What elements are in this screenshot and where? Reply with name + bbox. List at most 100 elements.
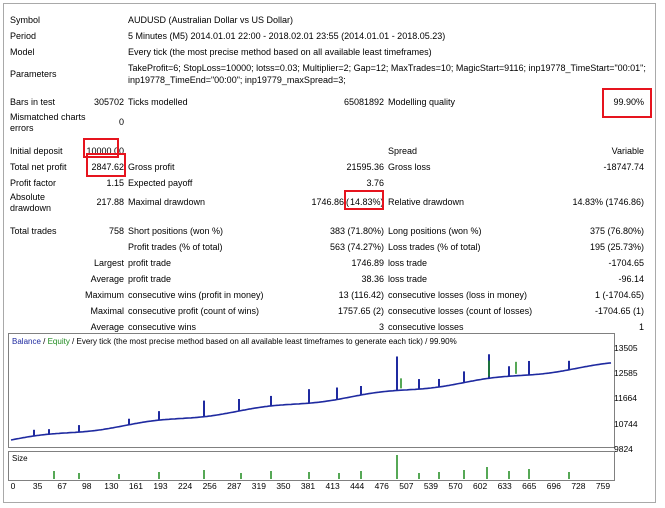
pf-label: Profit factor — [10, 178, 57, 188]
largest-profit-label: profit trade — [128, 258, 172, 268]
netprofit-highlight-box — [86, 153, 126, 177]
netprofit-label: Total net profit — [10, 162, 67, 172]
x-tick-label: 224 — [177, 481, 193, 491]
long-label: Long positions (won %) — [388, 226, 482, 236]
parameters-label: Parameters — [10, 69, 57, 79]
parameters-line1: TakeProfit=6; StopLoss=10000; lotss=0.03… — [128, 63, 646, 73]
cprofit-label: consecutive profit (count of wins) — [128, 306, 260, 316]
y-tick-13505: 13505 — [614, 343, 638, 353]
balance-chart: Balance / Equity / Every tick (the most … — [8, 333, 615, 448]
grossprofit-value: 21595.36 — [346, 162, 384, 172]
parameters-line2: inp19778_TimeEnd="00:00"; inp19779_maxSp… — [128, 75, 346, 85]
y-tick-10744: 10744 — [614, 419, 638, 429]
acloss-value: 1 — [638, 322, 644, 332]
x-tick-label: 476 — [374, 481, 389, 491]
x-tick-label: 193 — [153, 481, 168, 491]
legend-separator: / — [40, 337, 48, 346]
maxdd-value: 1746.86 — [311, 197, 344, 207]
largest-label: Largest — [93, 258, 124, 268]
absdd-value: 217.88 — [96, 197, 124, 207]
x-tick-label: 696 — [546, 481, 561, 491]
bars-label: Bars in test — [10, 97, 56, 107]
largest-loss-value: -1704.65 — [608, 258, 644, 268]
cclosses-value: -1704.65 (1) — [594, 306, 644, 316]
acwins-value: 3 — [378, 322, 384, 332]
x-tick-label: 633 — [497, 481, 512, 491]
x-tick-label: 0 — [10, 481, 16, 491]
quality-label: Modelling quality — [388, 97, 456, 107]
x-tick-label: 507 — [399, 481, 414, 491]
short-value: 383 (71.80%) — [329, 226, 384, 236]
absdd-label-2: drawdown — [10, 203, 52, 213]
quality-highlight-box — [602, 88, 652, 118]
grossprofit-label: Gross profit — [128, 162, 175, 172]
grossloss-value: -18747.74 — [603, 162, 644, 172]
symbol-value: AUDUSD (Australian Dollar vs US Dollar) — [128, 15, 294, 25]
legend-equity: Equity — [47, 337, 70, 346]
ticks-label: Ticks modelled — [128, 97, 188, 107]
x-tick-label: 728 — [571, 481, 586, 491]
cclosses-label: consecutive losses (count of losses) — [388, 306, 533, 316]
x-tick-label: 444 — [350, 481, 365, 491]
y-tick-9824: 9824 — [614, 444, 633, 454]
x-tick-label: 539 — [423, 481, 438, 491]
acloss-label: consecutive losses — [388, 322, 464, 332]
spread-label: Spread — [388, 146, 418, 156]
bars-value: 305702 — [93, 97, 124, 107]
ticks-value: 65081892 — [343, 97, 384, 107]
ptrades-label: Profit trades (% of total) — [128, 242, 223, 252]
maximal-label: Maximal — [90, 306, 124, 316]
size-bars-svg — [53, 455, 570, 479]
x-tick-label: 319 — [251, 481, 266, 491]
acwins-label: consecutive wins — [128, 322, 197, 332]
legend-balance: Balance — [12, 337, 41, 346]
largest-loss-label: loss trade — [388, 258, 428, 268]
ltrades-value: 195 (25.73%) — [589, 242, 644, 252]
grossloss-label: Gross loss — [388, 162, 431, 172]
x-tick-label: 287 — [227, 481, 242, 491]
average-profit-value: 38.36 — [361, 274, 384, 284]
average-loss-label: loss trade — [388, 274, 428, 284]
ptrades-value: 563 (74.27%) — [329, 242, 384, 252]
symbol-label: Symbol — [10, 15, 41, 25]
x-tick-label: 98 — [82, 481, 92, 491]
average-profit-label: profit trade — [128, 274, 172, 284]
trades-label: Total trades — [10, 226, 57, 236]
largest-profit-value: 1746.89 — [351, 258, 384, 268]
x-tick-label: 67 — [57, 481, 67, 491]
x-tick-label: 413 — [325, 481, 340, 491]
period-label: Period — [10, 31, 37, 41]
payoff-label: Expected payoff — [128, 178, 193, 188]
mismatch-label-2: errors — [10, 123, 34, 133]
long-value: 375 (76.80%) — [589, 226, 644, 236]
closs-value: 1 (-1704.65) — [594, 290, 644, 300]
absdd-label-1: Absolute — [10, 192, 46, 202]
maxdd-label: Maximal drawdown — [128, 197, 206, 207]
x-tick-label: 161 — [128, 481, 143, 491]
x-tick-label: 570 — [448, 481, 463, 491]
x-tick-label: 350 — [276, 481, 291, 491]
y-tick-12585: 12585 — [614, 368, 638, 378]
y-tick-11664: 11664 — [614, 393, 638, 403]
cwins-value: 13 (116.42) — [338, 290, 384, 300]
model-label: Model — [10, 47, 35, 57]
x-tick-label: 602 — [472, 481, 488, 491]
maximum-label: Maximum — [84, 290, 124, 300]
x-tick-label: 130 — [104, 481, 119, 491]
x-tick-label: 381 — [300, 481, 316, 491]
deposit-label: Initial deposit — [10, 146, 63, 156]
x-tick-label: 256 — [202, 481, 217, 491]
pf-value: 1.15 — [106, 178, 124, 188]
mismatch-value: 0 — [118, 117, 124, 127]
ltrades-label: Loss trades (% of total) — [388, 242, 481, 252]
trades-value: 758 — [108, 226, 124, 236]
legend-description: / Every tick (the most precise method ba… — [69, 337, 457, 346]
short-label: Short positions (won %) — [128, 226, 224, 236]
reldd-value: 14.83% (1746.86) — [572, 197, 644, 207]
closs-label: consecutive losses (loss in money) — [388, 290, 528, 300]
cprofit-value: 1757.65 (2) — [337, 306, 384, 316]
spread-value: Variable — [611, 146, 644, 156]
reldd-label: Relative drawdown — [388, 197, 465, 207]
average-consec-label: Average — [90, 322, 124, 332]
maxdd-highlight-box — [344, 190, 384, 210]
